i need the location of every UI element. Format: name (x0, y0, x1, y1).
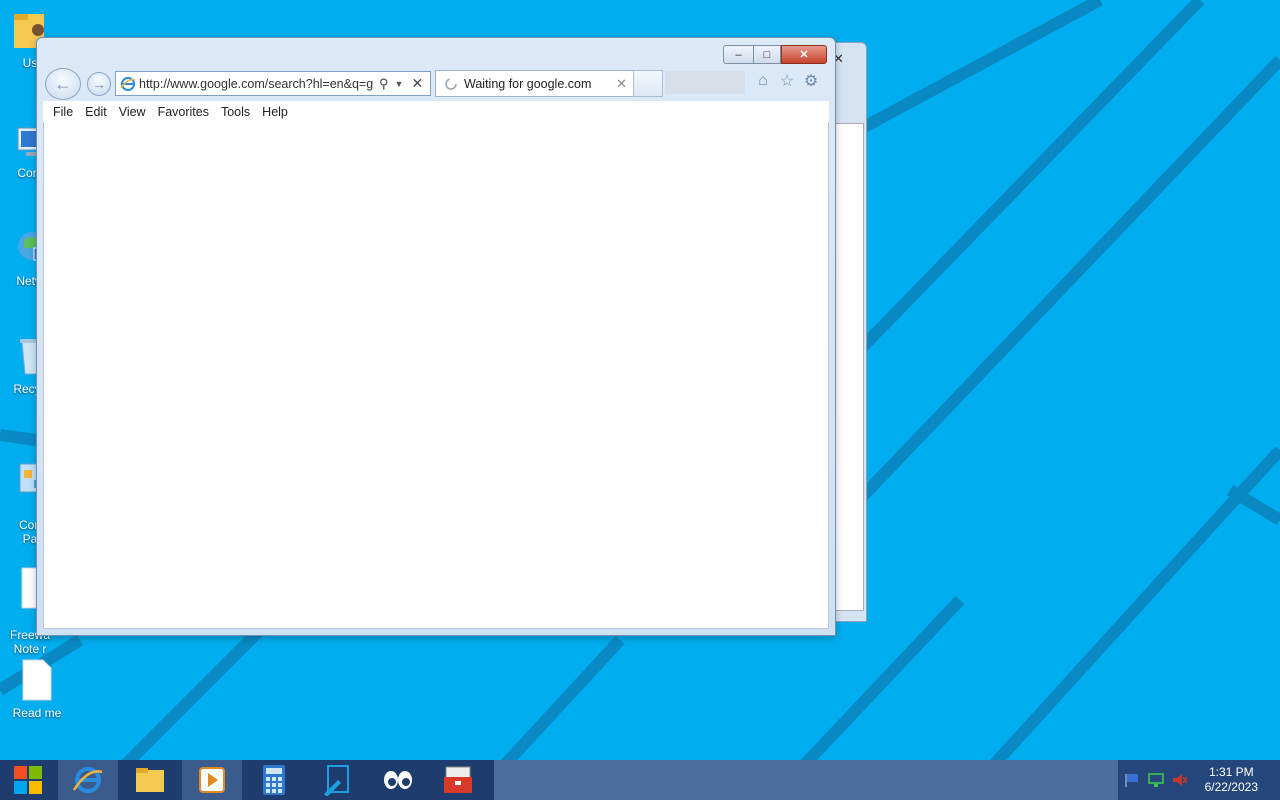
address-input[interactable] (139, 76, 377, 91)
taskbar-internet-explorer[interactable] (58, 760, 118, 800)
internet-explorer-icon (72, 767, 103, 793)
taskbar-media-player[interactable] (182, 760, 242, 800)
menu-edit[interactable]: Edit (85, 105, 107, 119)
window-caption-buttons: – □ ✕ (723, 45, 827, 64)
favorites-star-icon[interactable]: ☆ (777, 71, 797, 91)
new-tab-button[interactable] (633, 70, 663, 97)
viewer-icon (384, 771, 412, 789)
search-icon[interactable]: ⚲ (379, 76, 389, 92)
navigation-bar: ← → ⚲ ▼ ✕ Waiting for google.com ✕ ⌂ ☆ ⚙ (43, 68, 829, 104)
toolbox-icon (444, 766, 472, 793)
clock-date: 6/22/2023 (1204, 780, 1258, 794)
calculator-icon (263, 765, 285, 795)
menu-favorites[interactable]: Favorites (158, 105, 209, 119)
browser-window[interactable]: – □ ✕ ← → ⚲ ▼ ✕ Waiting for google.com ✕… (36, 37, 836, 636)
gear-icon[interactable]: ⚙ (801, 71, 821, 91)
speaker-muted-icon[interactable] (1172, 772, 1188, 788)
start-button[interactable] (0, 760, 56, 800)
maximize-icon: □ (763, 48, 771, 61)
taskbar-toolbox[interactable] (428, 760, 488, 800)
address-bar: ⚲ ▼ ✕ (115, 71, 431, 96)
flag-icon[interactable] (1124, 772, 1140, 788)
menu-help[interactable]: Help (262, 105, 288, 119)
network-status-icon[interactable] (1148, 772, 1164, 788)
internet-explorer-page-icon (120, 76, 136, 91)
document-icon (22, 659, 52, 701)
start-icon (14, 766, 42, 794)
background-window-content (835, 123, 864, 611)
page-content-area[interactable] (43, 122, 829, 629)
taskbar-file-explorer[interactable] (120, 760, 180, 800)
taskbar: 1:31 PM 6/22/2023 (0, 760, 1280, 800)
close-tab-icon[interactable]: ✕ (616, 76, 627, 92)
loading-spinner-icon (445, 77, 457, 90)
taskbar-viewer[interactable] (368, 760, 428, 800)
paint-icon (324, 765, 349, 796)
file-explorer-icon (136, 768, 164, 792)
menu-file[interactable]: File (53, 105, 73, 119)
clock-time: 1:31 PM (1208, 765, 1254, 779)
maximize-button[interactable]: □ (754, 45, 781, 64)
back-button[interactable]: ← (45, 68, 81, 100)
taskbar-calculator[interactable] (244, 760, 304, 800)
tab-placeholder (665, 71, 745, 94)
media-player-icon (199, 767, 225, 793)
dropdown-chevron-icon[interactable]: ▼ (395, 79, 404, 89)
close-icon: ✕ (799, 49, 809, 61)
forward-button[interactable]: → (87, 72, 111, 96)
tab-title: Waiting for google.com (464, 76, 592, 91)
stop-icon[interactable]: ✕ (411, 75, 423, 92)
back-arrow-icon: ← (54, 73, 72, 94)
menu-view[interactable]: View (119, 105, 146, 119)
menu-bar: File Edit View Favorites Tools Help (43, 101, 829, 123)
taskbar-paint[interactable] (306, 760, 366, 800)
close-button[interactable]: ✕ (781, 45, 827, 64)
home-icon[interactable]: ⌂ (753, 71, 773, 91)
clock[interactable]: 1:31 PM 6/22/2023 (1205, 765, 1258, 795)
forward-arrow-icon: → (92, 76, 106, 92)
minimize-button[interactable]: – (723, 45, 754, 64)
minimize-icon: – (735, 48, 742, 61)
system-tray: 1:31 PM 6/22/2023 (1118, 760, 1280, 800)
desktop-icon-read-me[interactable]: Read me (0, 658, 75, 720)
tab-google[interactable]: Waiting for google.com ✕ (435, 70, 634, 97)
menu-tools[interactable]: Tools (221, 105, 250, 119)
